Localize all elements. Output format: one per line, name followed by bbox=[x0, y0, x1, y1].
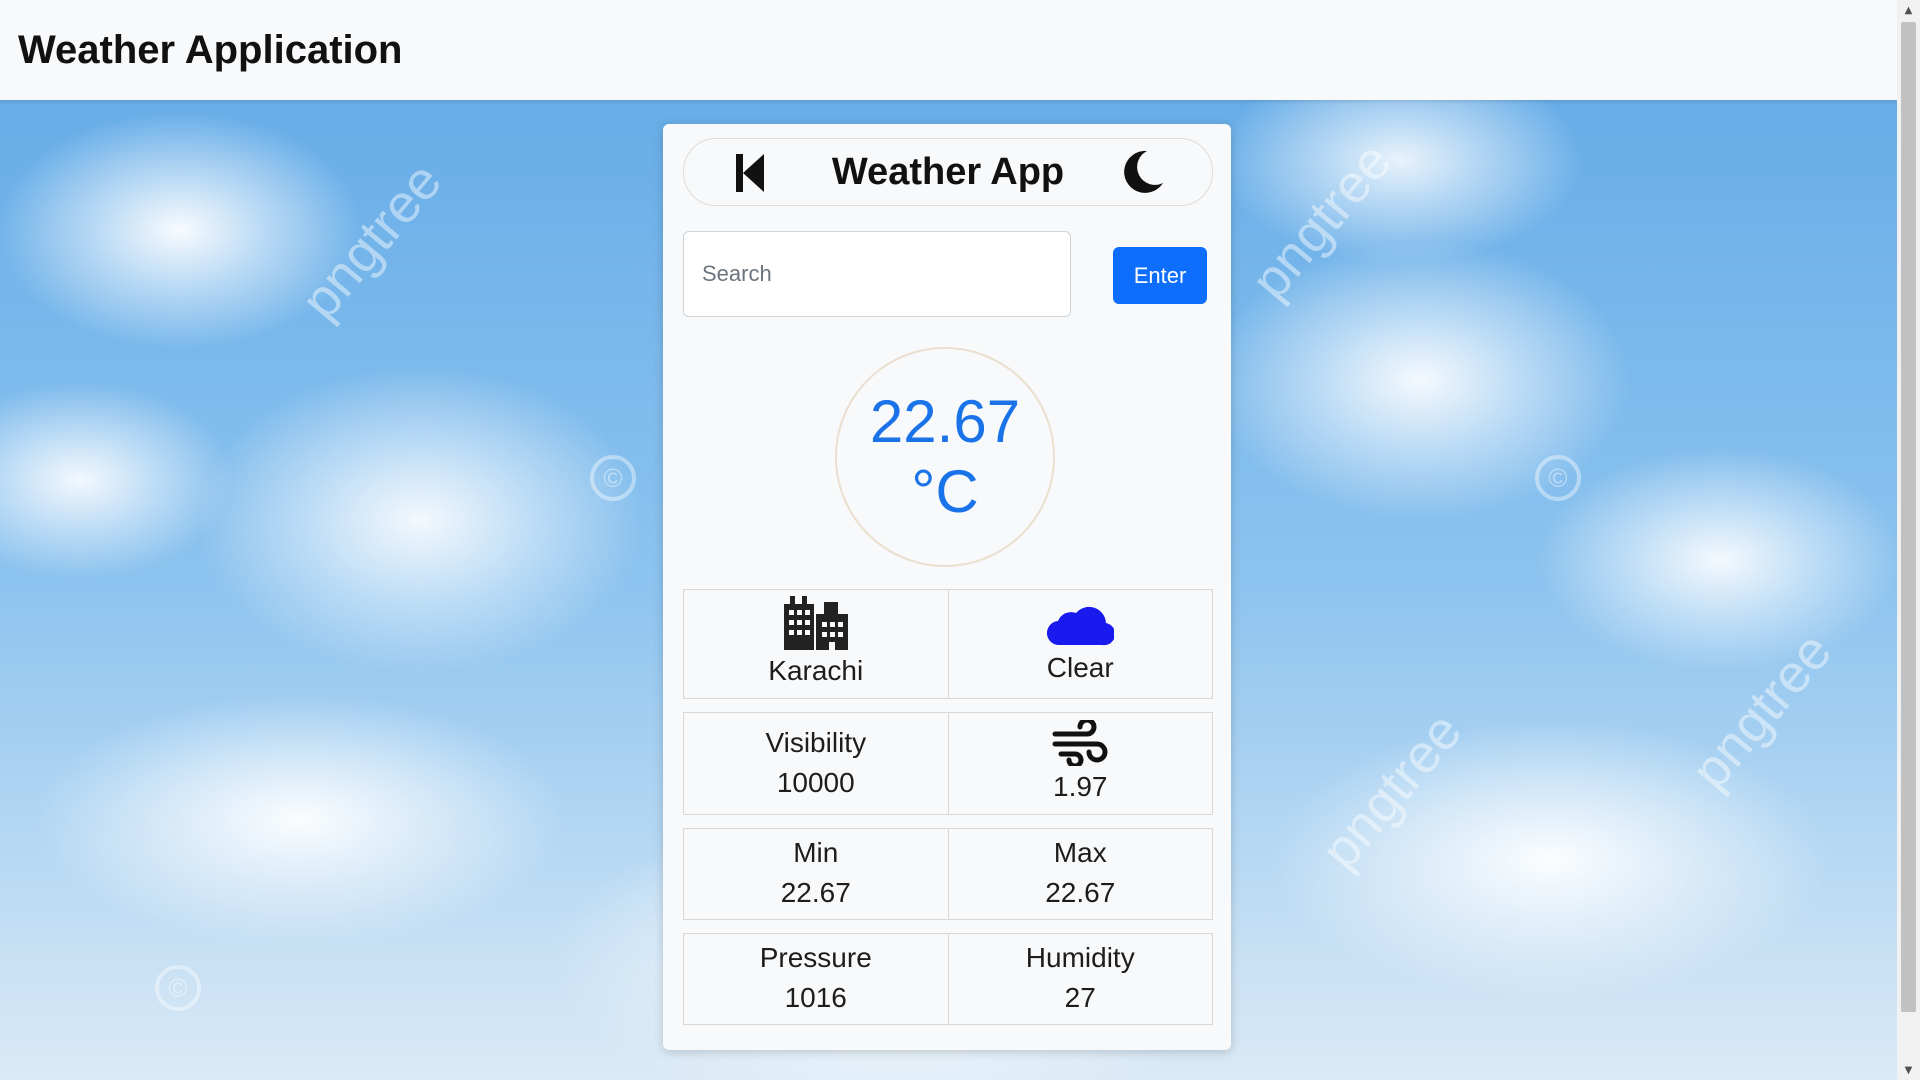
watermark-copyright-icon: © bbox=[155, 965, 201, 1011]
watermark: pngtree bbox=[289, 151, 454, 331]
watermark-copyright-icon: © bbox=[590, 455, 636, 501]
details-row: Pressure 1016 Humidity 27 bbox=[683, 933, 1213, 1025]
top-navbar: Weather Application bbox=[0, 0, 1897, 100]
navbar-brand[interactable]: Weather Application bbox=[18, 28, 403, 73]
humidity-cell: Humidity 27 bbox=[948, 933, 1213, 1025]
details-row: Karachi Clear bbox=[683, 589, 1213, 699]
details-row: Min 22.67 Max 22.67 bbox=[683, 828, 1213, 920]
visibility-value: 10000 bbox=[776, 766, 855, 798]
enter-button[interactable]: Enter bbox=[1113, 247, 1207, 304]
moon-icon bbox=[1124, 150, 1163, 193]
city-buildings-icon bbox=[783, 596, 848, 650]
vertical-scrollbar[interactable]: ▲ ▼ bbox=[1897, 0, 1920, 1080]
pressure-value: 1016 bbox=[784, 982, 847, 1013]
pressure-label: Pressure bbox=[759, 942, 872, 973]
visibility-cell: Visibility 10000 bbox=[683, 712, 949, 815]
city-name: Karachi bbox=[768, 655, 864, 686]
scroll-up-arrow-icon[interactable]: ▲ bbox=[1897, 0, 1920, 20]
wind-speed-value: 1.97 bbox=[1053, 770, 1108, 802]
pressure-cell: Pressure 1016 bbox=[683, 933, 949, 1025]
min-temp-cell: Min 22.67 bbox=[683, 828, 949, 920]
max-temp-cell: Max 22.67 bbox=[948, 828, 1213, 920]
temperature-unit: °C bbox=[911, 458, 979, 525]
temperature-value: 22.67 bbox=[869, 388, 1021, 455]
wind-cell: 1.97 bbox=[948, 712, 1213, 815]
wind-icon bbox=[1052, 719, 1108, 766]
scrollbar-thumb[interactable] bbox=[1901, 22, 1916, 1012]
scroll-down-arrow-icon[interactable]: ▼ bbox=[1897, 1060, 1920, 1080]
temperature-display: 22.67 °C bbox=[835, 347, 1055, 567]
humidity-label: Humidity bbox=[1025, 942, 1135, 973]
watermark: pngtree bbox=[1309, 701, 1474, 881]
city-cell: Karachi bbox=[683, 589, 949, 699]
details-row: Visibility 10000 1.97 bbox=[683, 712, 1213, 815]
visibility-label: Visibility bbox=[765, 726, 867, 758]
skip-back-icon bbox=[736, 154, 764, 192]
min-temp-label: Min bbox=[793, 837, 839, 868]
condition-text: Clear bbox=[1046, 652, 1114, 683]
weather-card: Weather App Enter 22.67 °C bbox=[663, 124, 1231, 1050]
search-input[interactable] bbox=[683, 231, 1071, 317]
cloud-icon bbox=[1047, 606, 1115, 646]
watermark: pngtree bbox=[1239, 131, 1404, 311]
max-temp-label: Max bbox=[1053, 837, 1107, 868]
app-header: Weather App bbox=[683, 138, 1213, 206]
watermark: pngtree bbox=[1679, 621, 1844, 801]
max-temp-value: 22.67 bbox=[1045, 877, 1116, 908]
watermark-copyright-icon: © bbox=[1535, 455, 1581, 501]
humidity-value: 27 bbox=[1064, 982, 1096, 1013]
skip-back-button[interactable] bbox=[730, 151, 770, 195]
theme-toggle-button[interactable] bbox=[1120, 149, 1166, 195]
condition-cell: Clear bbox=[948, 589, 1213, 699]
min-temp-value: 22.67 bbox=[780, 877, 851, 908]
